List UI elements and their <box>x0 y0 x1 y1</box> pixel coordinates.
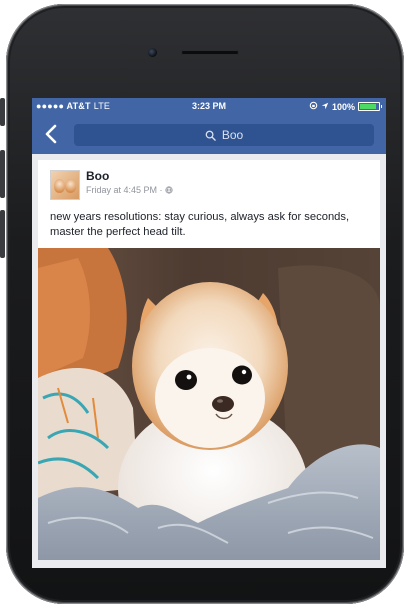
globe-icon <box>165 186 173 194</box>
front-camera <box>148 48 157 57</box>
volume-down-button <box>0 210 5 258</box>
battery-fill <box>360 104 376 109</box>
avatar-dog-left <box>54 179 65 193</box>
back-button[interactable] <box>44 124 64 146</box>
earpiece-speaker <box>181 50 239 55</box>
post-author[interactable]: Boo <box>86 169 109 183</box>
app-header: ●●●●● AT&T LTE 3:23 PM 100% Boo <box>32 98 386 154</box>
post-photo[interactable] <box>38 248 380 560</box>
battery-tip <box>381 105 382 108</box>
post-meta-text: Friday at 4:45 PM · <box>86 185 163 195</box>
back-chevron-icon <box>45 124 57 144</box>
avatar-dog-right <box>65 179 76 193</box>
post-timestamp[interactable]: Friday at 4:45 PM · <box>86 185 173 195</box>
status-indicators: 100% <box>309 101 382 112</box>
search-query: Boo <box>221 128 244 142</box>
volume-up-button <box>0 150 5 198</box>
phone-screen: ●●●●● AT&T LTE 3:23 PM 100% Boo Boo Frid… <box>32 98 386 568</box>
battery-percent: 100% <box>331 101 355 112</box>
location-icon <box>321 102 329 112</box>
battery-icon <box>358 102 380 111</box>
post-text: new years resolutions: stay curious, alw… <box>50 211 350 238</box>
search-bar[interactable]: Boo <box>74 124 374 146</box>
orientation-lock-icon <box>309 101 318 112</box>
search-icon <box>205 130 216 141</box>
pomeranian-photo <box>38 248 380 560</box>
feed-post: Boo Friday at 4:45 PM · new years resolu… <box>38 160 380 560</box>
avatar[interactable] <box>50 170 80 200</box>
mute-switch <box>0 98 5 126</box>
status-bar: ●●●●● AT&T LTE 3:23 PM 100% <box>32 98 386 116</box>
